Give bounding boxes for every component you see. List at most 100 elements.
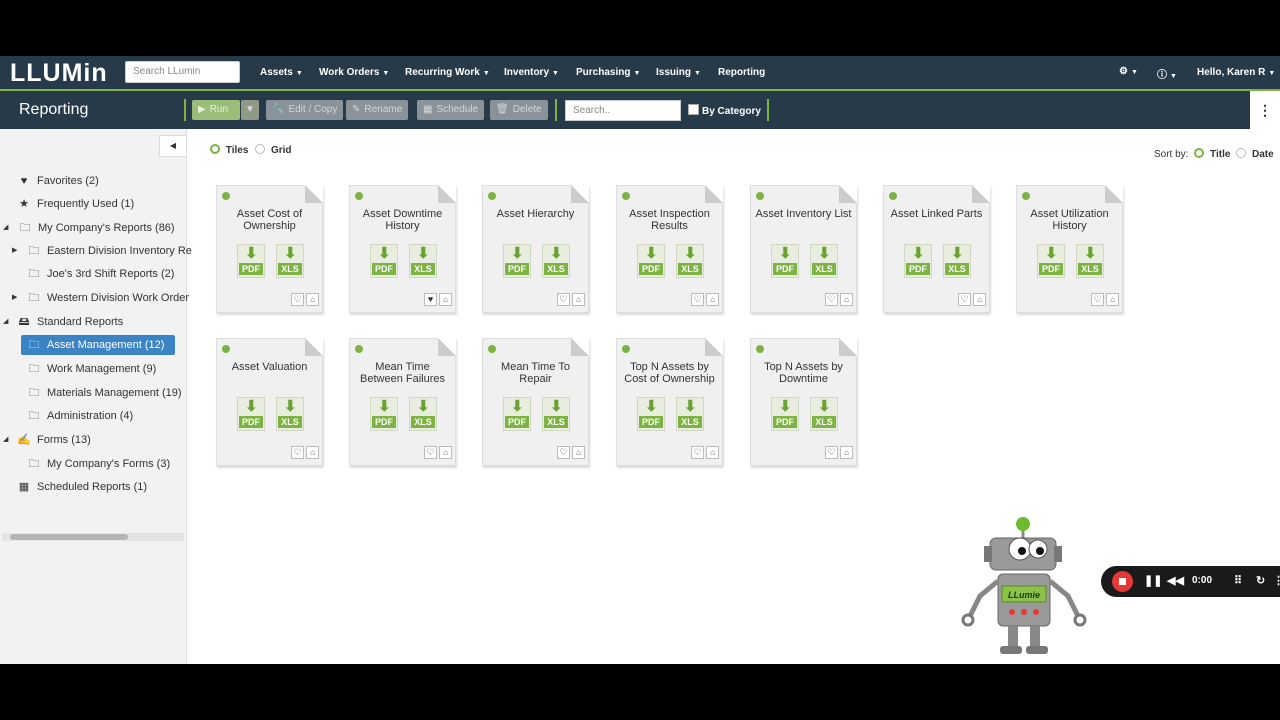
info-icon[interactable] (889, 192, 897, 200)
stop-record-button[interactable] (1112, 571, 1133, 592)
report-tile[interactable]: Asset Linked Parts ⬇ PDF ⬇ XLS ♡ ⌂ (883, 185, 990, 313)
download-xls-button[interactable]: ⬇ XLS (676, 244, 704, 278)
favorite-heart-icon[interactable]: ♡ (424, 446, 437, 459)
home-dashboard-icon[interactable]: ⌂ (572, 293, 585, 306)
report-tile[interactable]: Asset Downtime History ⬇ PDF ⬇ XLS ♥ ⌂ (349, 185, 456, 313)
tree-item-my-company-forms[interactable]: 🗀 My Company's Forms (3) (27, 454, 171, 474)
home-dashboard-icon[interactable]: ⌂ (973, 293, 986, 306)
tree-item-asset-management[interactable]: 🗀 Asset Management (12) (21, 335, 175, 355)
info-icon[interactable] (355, 345, 363, 353)
collapse-sidebar-button[interactable]: ◀ (159, 135, 187, 157)
home-dashboard-icon[interactable]: ⌂ (439, 293, 452, 306)
info-icon[interactable] (756, 192, 764, 200)
info-icon[interactable] (222, 192, 230, 200)
download-pdf-button[interactable]: ⬇ PDF (237, 244, 265, 278)
menu-inventory[interactable]: Inventory ▼ (504, 67, 559, 78)
download-xls-button[interactable]: ⬇ XLS (676, 397, 704, 431)
tree-item-frequently-used[interactable]: ★ Frequently Used (1) (17, 194, 134, 214)
download-xls-button[interactable]: ⬇ XLS (810, 244, 838, 278)
report-tile[interactable]: Mean Time To Repair ⬇ PDF ⬇ XLS ♡ ⌂ (482, 338, 589, 466)
favorite-heart-icon[interactable]: ♡ (825, 446, 838, 459)
info-icon[interactable] (622, 345, 630, 353)
download-xls-button[interactable]: ⬇ XLS (276, 244, 304, 278)
menu-purchasing[interactable]: Purchasing ▼ (576, 67, 640, 78)
tree-item-work-management[interactable]: 🗀 Work Management (9) (27, 359, 157, 379)
info-icon[interactable] (756, 345, 764, 353)
by-category-checkbox[interactable]: By Category (688, 104, 761, 117)
rewind-icon[interactable]: ◀◀ (1167, 574, 1184, 587)
menu-reporting[interactable]: Reporting (718, 67, 765, 78)
favorite-heart-icon[interactable]: ♡ (691, 293, 704, 306)
pause-icon[interactable]: ❚❚ (1144, 574, 1162, 587)
scrollbar-thumb[interactable] (10, 534, 128, 540)
report-tile[interactable]: Asset Inspection Results ⬇ PDF ⬇ XLS ♡ ⌂ (616, 185, 723, 313)
tree-item-western-division[interactable]: ▶ 🗀 Western Division Work Order (12, 288, 189, 308)
favorite-heart-icon[interactable]: ♡ (958, 293, 971, 306)
favorite-heart-icon[interactable]: ♥ (424, 293, 437, 306)
download-pdf-button[interactable]: ⬇ PDF (1037, 244, 1065, 278)
info-icon[interactable] (622, 192, 630, 200)
expanded-arrow-icon[interactable]: ◢ (3, 430, 8, 450)
user-menu[interactable]: Hello, Karen R ▼ (1197, 67, 1275, 78)
download-pdf-button[interactable]: ⬇ PDF (370, 397, 398, 431)
report-tile[interactable]: Asset Utilization History ⬇ PDF ⬇ XLS ♡ ⌂ (1016, 185, 1123, 313)
more-options-icon[interactable]: ⋮ (1250, 91, 1280, 129)
download-xls-button[interactable]: ⬇ XLS (542, 244, 570, 278)
report-tile[interactable]: Top N Assets by Cost of Ownership ⬇ PDF ⬇ XL… (616, 338, 723, 466)
tree-item-scheduled-reports[interactable]: ▦ Scheduled Reports (1) (17, 477, 147, 497)
home-dashboard-icon[interactable]: ⌂ (706, 446, 719, 459)
menu-recurring-work[interactable]: Recurring Work ▼ (405, 67, 490, 78)
tiles-radio[interactable] (210, 144, 220, 154)
favorite-heart-icon[interactable]: ♡ (291, 293, 304, 306)
report-tile[interactable]: Asset Hierarchy ⬇ PDF ⬇ XLS ♡ ⌂ (482, 185, 589, 313)
grid-radio[interactable] (255, 144, 266, 154)
edit-copy-button[interactable]: 🔧 Edit / Copy (266, 100, 344, 120)
menu-work-orders[interactable]: Work Orders ▼ (319, 67, 389, 78)
report-tile[interactable]: Top N Assets by Downtime ⬇ PDF ⬇ XLS ♡ ⌂ (750, 338, 857, 466)
tree-item-standard-reports[interactable]: ◢ 🖴 Standard Reports (3, 312, 123, 332)
tree-item-materials-management[interactable]: 🗀 Materials Management (19) (27, 383, 182, 403)
expanded-arrow-icon[interactable]: ◢ (3, 218, 8, 238)
settings-menu[interactable]: ⚙ ▼ (1119, 66, 1138, 77)
download-pdf-button[interactable]: ⬇ PDF (503, 244, 531, 278)
collapsed-arrow-icon[interactable]: ▶ (12, 241, 17, 261)
tree-item-administration[interactable]: 🗀 Administration (4) (27, 406, 134, 426)
info-icon[interactable] (222, 345, 230, 353)
favorite-heart-icon[interactable]: ♡ (691, 446, 704, 459)
home-dashboard-icon[interactable]: ⌂ (572, 446, 585, 459)
checkbox-box[interactable] (688, 104, 699, 115)
download-xls-button[interactable]: ⬇ XLS (810, 397, 838, 431)
report-tile[interactable]: Asset Cost of Ownership ⬇ PDF ⬇ XLS ♡ ⌂ (216, 185, 323, 313)
tree-item-joes-3rd-shift[interactable]: 🗀 Joe's 3rd Shift Reports (2) (27, 264, 175, 284)
download-xls-button[interactable]: ⬇ XLS (409, 397, 437, 431)
help-menu[interactable]: ⓘ ▼ (1157, 66, 1177, 81)
download-pdf-button[interactable]: ⬇ PDF (904, 244, 932, 278)
report-tile[interactable]: Mean Time Between Failures ⬇ PDF ⬇ XLS ♡ ⌂ (349, 338, 456, 466)
schedule-button[interactable]: ▦ Schedule (417, 100, 485, 120)
report-tile[interactable]: Asset Valuation ⬇ PDF ⬇ XLS ♡ ⌂ (216, 338, 323, 466)
download-pdf-button[interactable]: ⬇ PDF (637, 244, 665, 278)
download-pdf-button[interactable]: ⬇ PDF (771, 244, 799, 278)
download-xls-button[interactable]: ⬇ XLS (276, 397, 304, 431)
download-xls-button[interactable]: ⬇ XLS (542, 397, 570, 431)
download-pdf-button[interactable]: ⬇ PDF (503, 397, 531, 431)
home-dashboard-icon[interactable]: ⌂ (706, 293, 719, 306)
favorite-heart-icon[interactable]: ♡ (825, 293, 838, 306)
favorite-heart-icon[interactable]: ♡ (557, 293, 570, 306)
home-dashboard-icon[interactable]: ⌂ (840, 293, 853, 306)
download-xls-button[interactable]: ⬇ XLS (409, 244, 437, 278)
run-options-dropdown[interactable]: ▼ (241, 100, 259, 120)
sidebar-horizontal-scrollbar[interactable] (2, 533, 184, 541)
sort-title-radio[interactable] (1194, 148, 1205, 158)
download-pdf-button[interactable]: ⬇ PDF (370, 244, 398, 278)
tree-item-favorites[interactable]: ♥ Favorites (2) (17, 171, 99, 191)
collapsed-arrow-icon[interactable]: ▶ (12, 288, 17, 308)
tree-item-forms[interactable]: ◢ ✍ Forms (13) (3, 430, 91, 450)
llumie-robot-mascot[interactable]: LLumie (950, 516, 1090, 656)
global-search-input[interactable]: Search LLumin (125, 61, 240, 83)
report-tile[interactable]: Asset Inventory List ⬇ PDF ⬇ XLS ♡ ⌂ (750, 185, 857, 313)
favorite-heart-icon[interactable]: ♡ (557, 446, 570, 459)
rename-button[interactable]: ✎ Rename (346, 100, 409, 120)
info-icon[interactable] (1022, 192, 1030, 200)
llumin-logo[interactable]: LLUMin (10, 59, 108, 88)
